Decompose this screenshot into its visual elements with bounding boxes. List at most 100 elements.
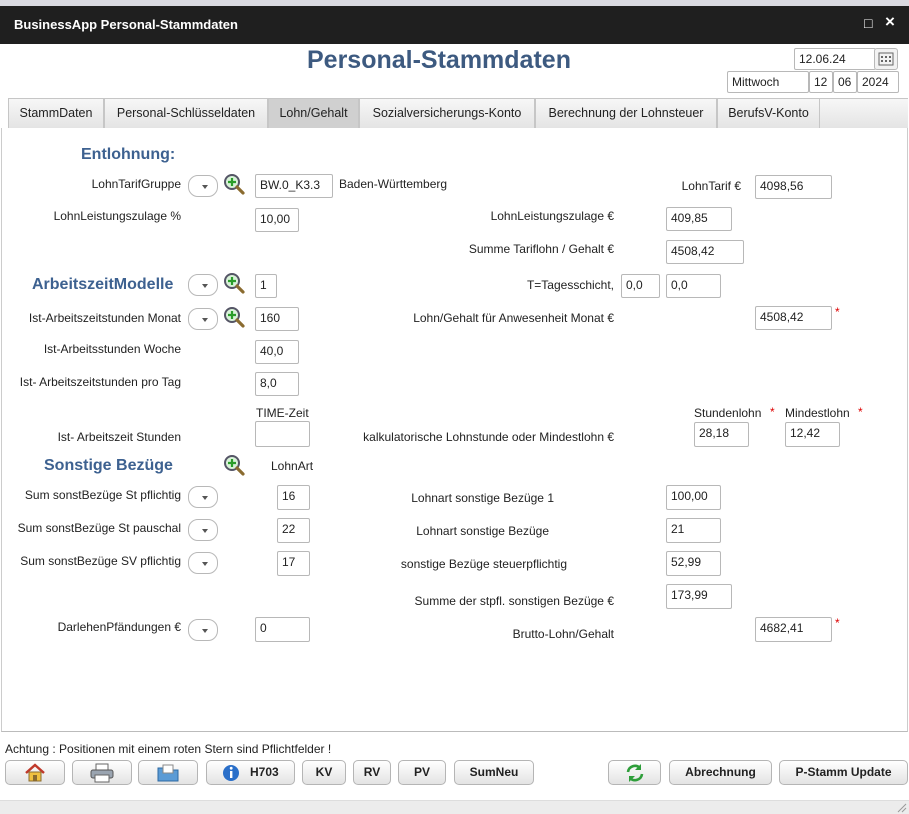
stundenlohn-label: Stundenlohn — [694, 406, 762, 420]
close-icon[interactable]: × — [885, 12, 895, 32]
lohnart-sonstige-1-label: Lohnart sonstige Bezüge 1 — [411, 491, 554, 505]
darlehen-pfaendungen-input[interactable]: 0 — [255, 617, 310, 642]
pv-button[interactable]: PV — [398, 760, 446, 785]
lohnart-input-3[interactable]: 17 — [277, 551, 310, 576]
print-button[interactable] — [72, 760, 132, 785]
date-input[interactable]: 12.06.24 — [794, 48, 876, 70]
darlehen-pfaendungen-dropdown[interactable] — [188, 619, 218, 641]
lohntarifgruppe-input[interactable]: BW.0_K3.3 — [255, 174, 333, 198]
year-display: 2024 — [857, 71, 899, 93]
tab-berechnung-lohnsteuer[interactable]: Berechnung der Lohnsteuer — [535, 98, 717, 128]
sonstige-steuerpflichtig-label: sonstige Bezüge steuerpflichtig — [400, 557, 567, 571]
ist-tag-input[interactable]: 8,0 — [255, 372, 299, 396]
ist-woche-label: Ist-Arbeitsstunden Woche — [43, 342, 181, 356]
lohnart-sonstige-1-input[interactable]: 100,00 — [666, 485, 721, 510]
lohntarif-input[interactable]: 4098,56 — [755, 175, 832, 199]
page-title: Personal-Stammdaten — [307, 46, 571, 74]
abrechnung-button[interactable]: Abrechnung — [669, 760, 772, 785]
lohntarifgruppe-dropdown[interactable] — [188, 175, 218, 197]
kv-button[interactable]: KV — [302, 760, 346, 785]
lohntarifgruppe-label: LohnTarifGruppe — [91, 177, 181, 191]
ist-monat-label: Ist-Arbeitszeitstunden Monat — [28, 311, 181, 325]
ist-monat-dropdown[interactable] — [188, 308, 218, 330]
ist-woche-input[interactable]: 40,0 — [255, 340, 299, 364]
calendar-icon[interactable] — [874, 48, 898, 70]
tab-stammdaten[interactable]: StammDaten — [8, 98, 104, 128]
tab-personal-schluesseldaten[interactable]: Personal-Schlüsseldaten — [104, 98, 268, 128]
home-icon — [25, 763, 45, 782]
brutto-lohn-input[interactable]: 4682,41 — [755, 617, 832, 642]
tagesschicht-input-2[interactable]: 0,0 — [666, 274, 721, 298]
sumneu-button[interactable]: SumNeu — [454, 760, 534, 785]
section-arbeitszeitmodelle: ArbeitszeitModelle — [32, 276, 174, 293]
mindestlohn-input[interactable]: 12,42 — [785, 422, 840, 447]
sonstbezuege-st-pflichtig-dropdown[interactable] — [188, 486, 218, 508]
lohnart-input-1[interactable]: 16 — [277, 485, 310, 510]
summe-tariflohn-input[interactable]: 4508,42 — [666, 240, 744, 264]
folder-icon — [157, 764, 179, 782]
tagesschicht-label: T=Tagesschicht, — [526, 278, 614, 292]
lohnart-sonstige-label: Lohnart sonstige Bezüge — [416, 524, 549, 538]
window-titlebar: BusinessApp Personal-Stammdaten □ × — [0, 6, 909, 44]
required-star: * — [835, 616, 840, 630]
tab-lohn-gehalt[interactable]: Lohn/Gehalt — [268, 98, 359, 128]
folder-button[interactable] — [138, 760, 198, 785]
kalk-lohnstunde-label: kalkulatorische Lohnstunde oder Mindestl… — [363, 430, 614, 444]
brutto-lohn-label: Brutto-Lohn/Gehalt — [512, 627, 614, 641]
maximize-icon[interactable]: □ — [864, 15, 872, 31]
h703-button[interactable]: H703 — [206, 760, 295, 785]
sonstbezuege-st-pauschal-dropdown[interactable] — [188, 519, 218, 541]
tab-bar-filler — [820, 98, 908, 128]
search-icon[interactable] — [222, 271, 246, 295]
search-icon[interactable] — [222, 172, 246, 196]
sonstbezuege-sv-pflichtig-dropdown[interactable] — [188, 552, 218, 574]
required-star: * — [835, 305, 840, 319]
weekday-display: Mittwoch — [727, 71, 809, 93]
anwesenheit-label: Lohn/Gehalt für Anwesenheit Monat € — [413, 311, 614, 325]
search-icon[interactable] — [222, 305, 246, 329]
ist-stunden-label: Ist- Arbeitszeit Stunden — [57, 430, 181, 444]
required-star: * — [858, 405, 863, 419]
summe-tariflohn-label: Summe Tariflohn / Gehalt € — [468, 242, 614, 256]
ist-tag-label: Ist- Arbeitszeitstunden pro Tag — [19, 375, 181, 389]
lohnart-label: LohnArt — [271, 459, 314, 473]
refresh-icon — [626, 764, 643, 782]
section-sonstige-bezuege: Sonstige Bezüge — [44, 457, 173, 474]
p-stamm-update-button[interactable]: P-Stamm Update — [779, 760, 908, 785]
ist-stunden-input[interactable] — [255, 421, 310, 447]
stundenlohn-input[interactable]: 28,18 — [694, 422, 749, 447]
summe-stpfl-sonstige-input[interactable]: 173,99 — [666, 584, 732, 609]
anwesenheit-input[interactable]: 4508,42 — [755, 306, 832, 330]
search-icon[interactable] — [222, 453, 246, 477]
printer-icon — [90, 763, 114, 783]
leistungszulage-pct-input[interactable]: 10,00 — [255, 208, 299, 232]
rv-button[interactable]: RV — [353, 760, 391, 785]
ist-monat-input[interactable]: 160 — [255, 307, 299, 331]
tagesschicht-input-1[interactable]: 0,0 — [621, 274, 660, 298]
month-display: 06 — [833, 71, 857, 93]
h703-label: H703 — [250, 765, 279, 779]
tab-berufsv-konto[interactable]: BerufsV-Konto — [717, 98, 820, 128]
leistungszulage-eur-input[interactable]: 409,85 — [666, 207, 732, 231]
tab-sozialversicherungs-konto[interactable]: Sozialversicherungs-Konto — [359, 98, 535, 128]
summe-stpfl-sonstige-label: Summe der stpfl. sonstigen Bezüge € — [414, 594, 614, 608]
region-label: Baden-Württemberg — [339, 177, 448, 191]
window-title: BusinessApp Personal-Stammdaten — [14, 17, 238, 32]
sonstige-steuerpflichtig-input[interactable]: 52,99 — [666, 551, 721, 576]
required-star: * — [770, 405, 775, 419]
lohnart-sonstige-input[interactable]: 21 — [666, 518, 721, 543]
resize-grip-icon[interactable] — [895, 801, 907, 813]
leistungszulage-pct-label: LohnLeistungszulage % — [53, 209, 181, 223]
leistungszulage-eur-label: LohnLeistungszulage € — [490, 209, 614, 223]
lohntarif-label: LohnTarif € — [681, 179, 741, 193]
refresh-button[interactable] — [608, 760, 661, 785]
required-notice: Achtung : Positionen mit einem roten Ste… — [5, 742, 332, 756]
sonstbezuege-sv-pflichtig-label: Sum sonstBezüge SV pflichtig — [20, 554, 181, 568]
arbeitszeitmodell-input[interactable]: 1 — [255, 274, 277, 298]
info-icon — [223, 765, 239, 781]
lohnart-input-2[interactable]: 22 — [277, 518, 310, 543]
status-bar — [0, 800, 909, 814]
mindestlohn-label: Mindestlohn — [785, 406, 850, 420]
home-button[interactable] — [5, 760, 65, 785]
arbeitszeitmodell-dropdown[interactable] — [188, 274, 218, 296]
